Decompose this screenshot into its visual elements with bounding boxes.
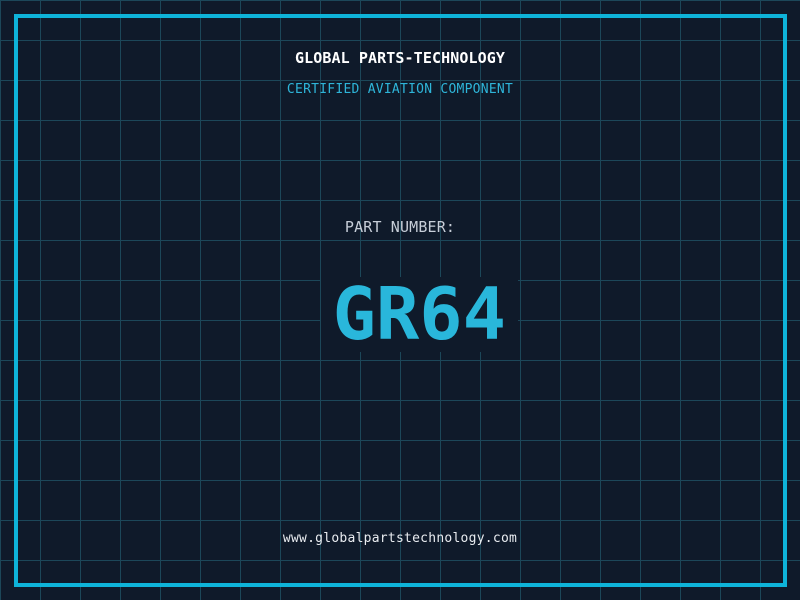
- label-canvas: GLOBAL PARTS-TECHNOLOGY CERTIFIED AVIATI…: [0, 0, 800, 600]
- certification-subtitle: CERTIFIED AVIATION COMPONENT: [286, 82, 514, 97]
- brand-title: GLOBAL PARTS-TECHNOLOGY: [294, 49, 505, 67]
- part-number-container: GR64: [0, 258, 800, 371]
- website-url: www.globalpartstechnology.com: [282, 531, 518, 546]
- part-number-label: PART NUMBER:: [344, 218, 456, 236]
- part-number-value: GR64: [320, 277, 518, 352]
